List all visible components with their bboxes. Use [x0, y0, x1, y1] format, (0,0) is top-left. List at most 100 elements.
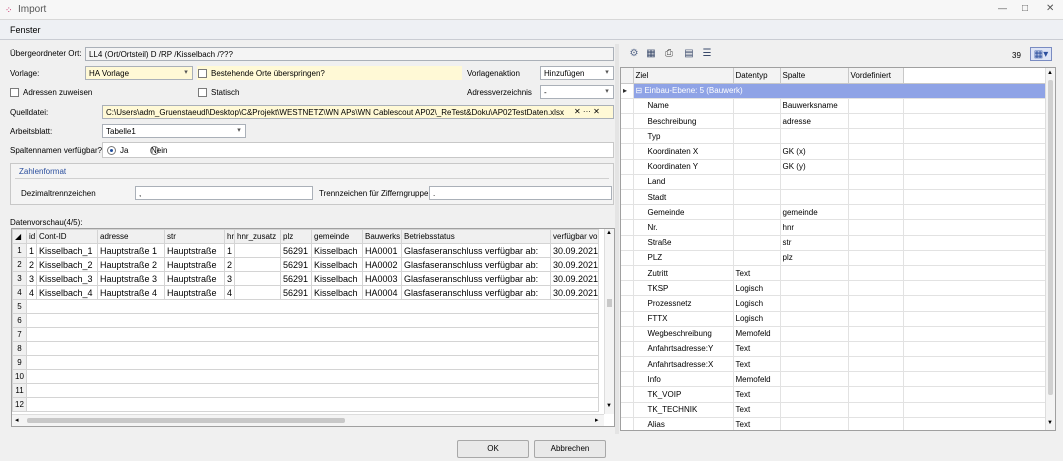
- datentyp-cell[interactable]: [733, 204, 781, 221]
- spalte-cell[interactable]: str: [780, 235, 849, 251]
- row-number[interactable]: 2: [12, 257, 27, 272]
- chevron-down-icon[interactable]: ▾: [601, 86, 613, 98]
- ziel-cell[interactable]: Land: [633, 174, 734, 191]
- chevron-down-icon[interactable]: ▾: [233, 125, 245, 137]
- cell[interactable]: Kisselbach: [311, 243, 363, 258]
- cell[interactable]: Glasfaseranschluss verfügbar ab:: [401, 285, 551, 300]
- spalte-cell[interactable]: [780, 295, 849, 312]
- cell[interactable]: Hauptstraße: [164, 285, 225, 300]
- table-row[interactable]: 4 4 Kisselbach_4 Hauptstraße 4 Hauptstra…: [12, 285, 599, 300]
- group-label[interactable]: ⊟ Einbau-Ebene: 5 (Bauwerk): [633, 83, 1046, 99]
- cell[interactable]: HA0001: [362, 243, 402, 258]
- datentyp-cell[interactable]: [733, 143, 781, 160]
- ziel-cell[interactable]: Prozessnetz: [633, 295, 734, 312]
- datentyp-cell[interactable]: Text: [733, 417, 781, 430]
- minimize-button[interactable]: —: [998, 3, 1007, 13]
- scroll-down-icon[interactable]: ▼: [606, 403, 612, 409]
- cell[interactable]: HA0004: [362, 285, 402, 300]
- vordefiniert-cell[interactable]: [848, 250, 904, 266]
- list-icon[interactable]: ▤: [682, 47, 696, 61]
- tausender-field[interactable]: .: [429, 186, 612, 200]
- spalte-cell[interactable]: [780, 386, 849, 403]
- scroll-thumb[interactable]: [1048, 80, 1053, 395]
- table-row[interactable]: 1 1 Kisselbach_1 Hauptstraße 1 Hauptstra…: [12, 243, 599, 258]
- cell[interactable]: HA0002: [362, 257, 402, 272]
- mapping-row[interactable]: Stadt: [621, 189, 1045, 206]
- cell[interactable]: Kisselbach_2: [36, 257, 98, 272]
- vordefiniert-cell[interactable]: [848, 311, 904, 327]
- cell[interactable]: Glasfaseranschluss verfügbar ab:: [401, 271, 551, 286]
- cell[interactable]: 56291: [280, 285, 312, 300]
- ziel-cell[interactable]: Typ: [633, 128, 734, 145]
- cancel-button[interactable]: Abbrechen: [534, 440, 606, 458]
- adressverzeichnis-combo[interactable]: - ▾: [540, 85, 614, 99]
- cell[interactable]: 3: [224, 271, 235, 286]
- mapping-row[interactable]: Info Memofeld: [621, 371, 1045, 388]
- spalte-cell[interactable]: plz: [780, 250, 849, 266]
- col-header-spalte[interactable]: Spalte: [780, 68, 849, 84]
- ziel-cell[interactable]: PLZ: [633, 250, 734, 266]
- cell[interactable]: 4: [26, 285, 37, 300]
- datentyp-cell[interactable]: [733, 113, 781, 130]
- cell[interactable]: Hauptstraße 4: [97, 285, 165, 300]
- vordefiniert-cell[interactable]: [848, 417, 904, 430]
- cell[interactable]: Hauptstraße: [164, 271, 225, 286]
- cell[interactable]: Hauptstraße 2: [97, 257, 165, 272]
- table-row[interactable]: 7: [12, 327, 599, 342]
- datentyp-cell[interactable]: Memofeld: [733, 326, 781, 342]
- spalte-cell[interactable]: [780, 356, 849, 373]
- vordefiniert-cell[interactable]: [848, 371, 904, 388]
- cell[interactable]: 1: [224, 243, 235, 258]
- cell[interactable]: 56291: [280, 257, 312, 272]
- vordefiniert-cell[interactable]: [848, 98, 904, 115]
- datentyp-cell[interactable]: [733, 98, 781, 115]
- cell[interactable]: HA0003: [362, 271, 402, 286]
- scroll-up-icon[interactable]: ▲: [606, 230, 612, 236]
- cell[interactable]: Hauptstraße 1: [97, 243, 165, 258]
- cell[interactable]: Kisselbach_1: [36, 243, 98, 258]
- menu-fenster[interactable]: Fenster: [10, 25, 41, 35]
- col-header-gemeinde[interactable]: gemeinde: [311, 229, 363, 244]
- vorlage-combo[interactable]: HA Vorlage ▾: [85, 66, 193, 80]
- mapping-row[interactable]: Prozessnetz Logisch: [621, 295, 1045, 312]
- col-header-datentyp[interactable]: Datentyp: [733, 68, 781, 84]
- ziel-cell[interactable]: Straße: [633, 235, 734, 251]
- ziel-cell[interactable]: Wegbeschreibung: [633, 326, 734, 342]
- maximize-button[interactable]: □: [1022, 3, 1028, 14]
- datentyp-cell[interactable]: Memofeld: [733, 371, 781, 388]
- cell[interactable]: 30.09.2021: [550, 285, 599, 300]
- table-row[interactable]: 10: [12, 369, 599, 384]
- spalte-cell[interactable]: Bauwerksname: [780, 98, 849, 115]
- chevron-down-icon[interactable]: ▾: [601, 67, 613, 79]
- vordefiniert-cell[interactable]: [848, 265, 904, 282]
- table-row[interactable]: 12: [12, 397, 599, 412]
- row-number[interactable]: 12: [12, 397, 27, 412]
- cell[interactable]: 56291: [280, 271, 312, 286]
- datentyp-cell[interactable]: [733, 159, 781, 175]
- cell[interactable]: 30.09.2021: [550, 257, 599, 272]
- vordefiniert-cell[interactable]: [848, 174, 904, 191]
- table-icon[interactable]: ▦: [644, 47, 658, 61]
- cell[interactable]: Glasfaseranschluss verfügbar ab:: [401, 243, 551, 258]
- ziel-cell[interactable]: Alias: [633, 417, 734, 430]
- ziel-cell[interactable]: Koordinaten Y: [633, 159, 734, 175]
- cell[interactable]: Hauptstraße: [164, 243, 225, 258]
- chevron-down-icon[interactable]: ▾: [180, 67, 192, 79]
- row-number[interactable]: 5: [12, 299, 27, 314]
- spalte-cell[interactable]: adresse: [780, 113, 849, 130]
- datentyp-cell[interactable]: [733, 250, 781, 266]
- datentyp-cell[interactable]: Text: [733, 265, 781, 282]
- vordefiniert-cell[interactable]: [848, 204, 904, 221]
- ziel-cell[interactable]: TKSP: [633, 280, 734, 297]
- cell[interactable]: Kisselbach: [311, 271, 363, 286]
- col-header-plz[interactable]: plz: [280, 229, 312, 244]
- mapping-row[interactable]: TK_VOIP Text: [621, 386, 1045, 403]
- mapping-row[interactable]: Name Bauwerksname: [621, 98, 1045, 115]
- cell[interactable]: Glasfaseranschluss verfügbar ab:: [401, 257, 551, 272]
- row-number[interactable]: 7: [12, 327, 27, 342]
- ziel-cell[interactable]: Anfahrtsadresse:X: [633, 356, 734, 373]
- row-number[interactable]: 1: [12, 243, 27, 258]
- datentyp-cell[interactable]: Text: [733, 341, 781, 358]
- row-number[interactable]: 6: [12, 313, 27, 328]
- spalte-cell[interactable]: [780, 326, 849, 342]
